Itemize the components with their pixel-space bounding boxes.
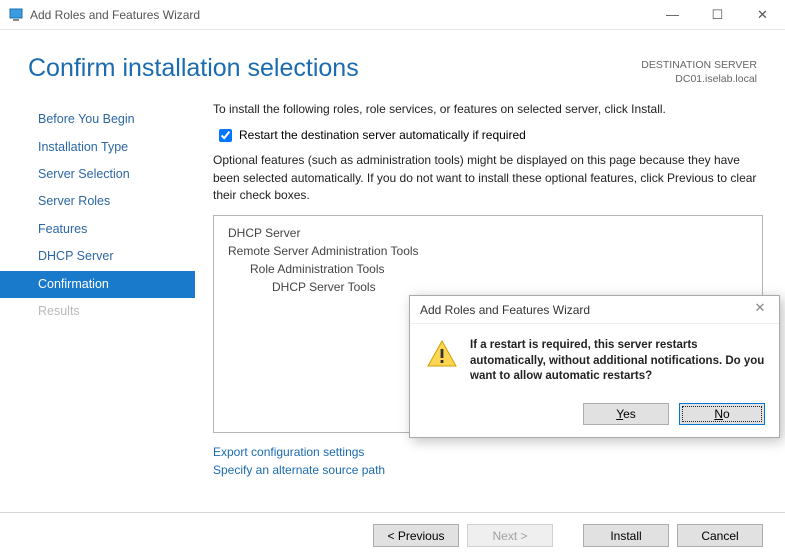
minimize-button[interactable]: — bbox=[650, 0, 695, 30]
titlebar: Add Roles and Features Wizard — ☐ ✕ bbox=[0, 0, 785, 30]
cancel-button[interactable]: Cancel bbox=[677, 524, 763, 547]
config-links: Export configuration settings Specify an… bbox=[213, 443, 763, 480]
restart-confirm-dialog: Add Roles and Features Wizard ✕ If a res… bbox=[409, 295, 780, 438]
wizard-footer: < Previous Next > Install Cancel bbox=[0, 512, 785, 558]
dialog-close-button[interactable]: ✕ bbox=[747, 300, 773, 320]
list-item: Role Administration Tools bbox=[224, 260, 752, 278]
dialog-titlebar: Add Roles and Features Wizard ✕ bbox=[410, 296, 779, 324]
intro-text: To install the following roles, role ser… bbox=[213, 102, 763, 116]
dialog-message: If a restart is required, this server re… bbox=[470, 338, 765, 385]
yes-button[interactable]: Yes bbox=[583, 403, 669, 425]
next-button: Next > bbox=[467, 524, 553, 547]
no-button[interactable]: No bbox=[679, 403, 765, 425]
restart-checkbox-row[interactable]: Restart the destination server automatic… bbox=[213, 128, 763, 142]
wizard-steps: Before You Begin Installation Type Serve… bbox=[0, 100, 195, 479]
maximize-button[interactable]: ☐ bbox=[695, 0, 740, 30]
export-config-link[interactable]: Export configuration settings bbox=[213, 443, 763, 462]
step-features[interactable]: Features bbox=[0, 216, 195, 243]
step-server-selection[interactable]: Server Selection bbox=[0, 161, 195, 188]
server-manager-icon bbox=[8, 7, 24, 23]
optional-features-note: Optional features (such as administratio… bbox=[213, 152, 763, 204]
destination-label: DESTINATION SERVER bbox=[641, 58, 757, 72]
previous-button[interactable]: < Previous bbox=[373, 524, 459, 547]
list-item: Remote Server Administration Tools bbox=[224, 242, 752, 260]
close-button[interactable]: ✕ bbox=[740, 0, 785, 30]
step-results: Results bbox=[0, 298, 195, 325]
step-installation-type[interactable]: Installation Type bbox=[0, 134, 195, 161]
step-confirmation[interactable]: Confirmation bbox=[0, 271, 195, 298]
install-button[interactable]: Install bbox=[583, 524, 669, 547]
alternate-source-link[interactable]: Specify an alternate source path bbox=[213, 461, 763, 480]
restart-checkbox[interactable] bbox=[219, 129, 232, 142]
step-dhcp-server[interactable]: DHCP Server bbox=[0, 243, 195, 270]
step-before-you-begin[interactable]: Before You Begin bbox=[0, 106, 195, 133]
destination-server-info: DESTINATION SERVER DC01.iselab.local bbox=[641, 54, 757, 86]
dialog-title: Add Roles and Features Wizard bbox=[420, 303, 747, 317]
list-item: DHCP Server Tools bbox=[224, 278, 752, 296]
list-item: DHCP Server bbox=[224, 224, 752, 242]
step-server-roles[interactable]: Server Roles bbox=[0, 188, 195, 215]
window-title: Add Roles and Features Wizard bbox=[30, 8, 650, 22]
page-header: Confirm installation selections DESTINAT… bbox=[0, 30, 785, 92]
window-controls: — ☐ ✕ bbox=[650, 0, 785, 30]
warning-icon bbox=[426, 338, 458, 370]
restart-checkbox-label: Restart the destination server automatic… bbox=[239, 128, 526, 142]
destination-server-name: DC01.iselab.local bbox=[641, 72, 757, 86]
dialog-buttons: Yes No bbox=[410, 391, 779, 437]
page-title: Confirm installation selections bbox=[28, 54, 641, 83]
